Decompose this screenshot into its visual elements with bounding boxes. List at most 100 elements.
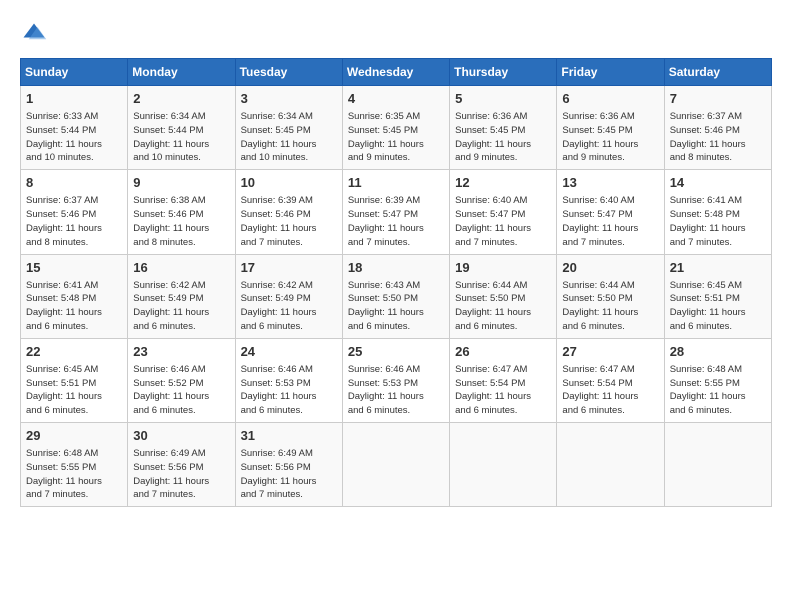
day-info: Sunrise: 6:44 AM Sunset: 5:50 PM Dayligh… [455,279,551,334]
day-number: 28 [670,343,766,361]
day-cell: 11 Sunrise: 6:39 AM Sunset: 5:47 PM Dayli… [342,170,449,254]
day-number: 11 [348,174,444,192]
day-number: 2 [133,90,229,108]
day-cell: 10 Sunrise: 6:39 AM Sunset: 5:46 PM Dayli… [235,170,342,254]
day-number: 31 [241,427,337,445]
day-number: 3 [241,90,337,108]
day-number: 18 [348,259,444,277]
day-number: 4 [348,90,444,108]
day-number: 9 [133,174,229,192]
day-cell: 18 Sunrise: 6:43 AM Sunset: 5:50 PM Dayli… [342,254,449,338]
col-header-thursday: Thursday [450,59,557,86]
col-header-friday: Friday [557,59,664,86]
day-cell [342,423,449,507]
day-cell: 21 Sunrise: 6:45 AM Sunset: 5:51 PM Dayli… [664,254,771,338]
day-cell: 8Sunrise: 6:37 AM Sunset: 5:46 PM Daylig… [21,170,128,254]
day-cell: 20 Sunrise: 6:44 AM Sunset: 5:50 PM Dayli… [557,254,664,338]
day-info: Sunrise: 6:37 AM Sunset: 5:46 PM Dayligh… [26,194,122,249]
day-cell: 22 Sunrise: 6:45 AM Sunset: 5:51 PM Dayli… [21,338,128,422]
day-info: Sunrise: 6:49 AM Sunset: 5:56 PM Dayligh… [133,447,229,502]
week-row-2: 8Sunrise: 6:37 AM Sunset: 5:46 PM Daylig… [21,170,772,254]
day-number: 10 [241,174,337,192]
day-cell: 1 Sunrise: 6:33 AM Sunset: 5:44 PM Daylig… [21,86,128,170]
day-info: Sunrise: 6:42 AM Sunset: 5:49 PM Dayligh… [241,279,337,334]
day-cell [450,423,557,507]
day-cell: 16Sunrise: 6:42 AM Sunset: 5:49 PM Dayli… [128,254,235,338]
day-number: 7 [670,90,766,108]
logo-icon [20,20,48,48]
day-number: 1 [26,90,122,108]
day-cell: 2 Sunrise: 6:34 AM Sunset: 5:44 PM Daylig… [128,86,235,170]
day-cell: 17 Sunrise: 6:42 AM Sunset: 5:49 PM Dayli… [235,254,342,338]
day-number: 23 [133,343,229,361]
day-info: Sunrise: 6:48 AM Sunset: 5:55 PM Dayligh… [670,363,766,418]
day-number: 19 [455,259,551,277]
day-info: Sunrise: 6:38 AM Sunset: 5:46 PM Dayligh… [133,194,229,249]
day-number: 20 [562,259,658,277]
day-info: Sunrise: 6:39 AM Sunset: 5:47 PM Dayligh… [348,194,444,249]
day-cell: 4 Sunrise: 6:35 AM Sunset: 5:45 PM Daylig… [342,86,449,170]
day-cell: 5Sunrise: 6:36 AM Sunset: 5:45 PM Daylig… [450,86,557,170]
day-number: 21 [670,259,766,277]
day-number: 22 [26,343,122,361]
day-cell: 19 Sunrise: 6:44 AM Sunset: 5:50 PM Dayli… [450,254,557,338]
logo [20,20,52,48]
page-header [20,20,772,48]
day-number: 13 [562,174,658,192]
day-cell: 28 Sunrise: 6:48 AM Sunset: 5:55 PM Dayli… [664,338,771,422]
day-info: Sunrise: 6:39 AM Sunset: 5:46 PM Dayligh… [241,194,337,249]
day-number: 24 [241,343,337,361]
day-info: Sunrise: 6:33 AM Sunset: 5:44 PM Dayligh… [26,110,122,165]
day-info: Sunrise: 6:34 AM Sunset: 5:45 PM Dayligh… [241,110,337,165]
day-info: Sunrise: 6:41 AM Sunset: 5:48 PM Dayligh… [26,279,122,334]
day-cell: 26Sunrise: 6:47 AM Sunset: 5:54 PM Dayli… [450,338,557,422]
col-header-monday: Monday [128,59,235,86]
calendar-table: SundayMondayTuesdayWednesdayThursdayFrid… [20,58,772,507]
day-cell: 25 Sunrise: 6:46 AM Sunset: 5:53 PM Dayli… [342,338,449,422]
day-info: Sunrise: 6:37 AM Sunset: 5:46 PM Dayligh… [670,110,766,165]
day-cell: 15 Sunrise: 6:41 AM Sunset: 5:48 PM Dayli… [21,254,128,338]
header-row: SundayMondayTuesdayWednesdayThursdayFrid… [21,59,772,86]
day-info: Sunrise: 6:48 AM Sunset: 5:55 PM Dayligh… [26,447,122,502]
day-cell: 27Sunrise: 6:47 AM Sunset: 5:54 PM Dayli… [557,338,664,422]
day-info: Sunrise: 6:46 AM Sunset: 5:53 PM Dayligh… [241,363,337,418]
day-info: Sunrise: 6:46 AM Sunset: 5:52 PM Dayligh… [133,363,229,418]
day-info: Sunrise: 6:49 AM Sunset: 5:56 PM Dayligh… [241,447,337,502]
day-cell: 9 Sunrise: 6:38 AM Sunset: 5:46 PM Daylig… [128,170,235,254]
day-number: 30 [133,427,229,445]
day-cell: 6 Sunrise: 6:36 AM Sunset: 5:45 PM Daylig… [557,86,664,170]
day-info: Sunrise: 6:47 AM Sunset: 5:54 PM Dayligh… [455,363,551,418]
day-number: 15 [26,259,122,277]
day-info: Sunrise: 6:43 AM Sunset: 5:50 PM Dayligh… [348,279,444,334]
day-number: 25 [348,343,444,361]
day-cell: 13 Sunrise: 6:40 AM Sunset: 5:47 PM Dayli… [557,170,664,254]
day-info: Sunrise: 6:36 AM Sunset: 5:45 PM Dayligh… [455,110,551,165]
day-cell: 23 Sunrise: 6:46 AM Sunset: 5:52 PM Dayli… [128,338,235,422]
col-header-wednesday: Wednesday [342,59,449,86]
day-number: 6 [562,90,658,108]
day-info: Sunrise: 6:34 AM Sunset: 5:44 PM Dayligh… [133,110,229,165]
day-cell: 30 Sunrise: 6:49 AM Sunset: 5:56 PM Dayli… [128,423,235,507]
day-number: 12 [455,174,551,192]
day-info: Sunrise: 6:40 AM Sunset: 5:47 PM Dayligh… [455,194,551,249]
col-header-sunday: Sunday [21,59,128,86]
day-number: 27 [562,343,658,361]
day-info: Sunrise: 6:46 AM Sunset: 5:53 PM Dayligh… [348,363,444,418]
day-info: Sunrise: 6:36 AM Sunset: 5:45 PM Dayligh… [562,110,658,165]
week-row-3: 15 Sunrise: 6:41 AM Sunset: 5:48 PM Dayli… [21,254,772,338]
day-number: 17 [241,259,337,277]
day-cell: 29 Sunrise: 6:48 AM Sunset: 5:55 PM Dayli… [21,423,128,507]
week-row-1: 1 Sunrise: 6:33 AM Sunset: 5:44 PM Daylig… [21,86,772,170]
day-info: Sunrise: 6:45 AM Sunset: 5:51 PM Dayligh… [670,279,766,334]
day-info: Sunrise: 6:44 AM Sunset: 5:50 PM Dayligh… [562,279,658,334]
day-info: Sunrise: 6:40 AM Sunset: 5:47 PM Dayligh… [562,194,658,249]
day-cell: 7 Sunrise: 6:37 AM Sunset: 5:46 PM Daylig… [664,86,771,170]
day-cell: 31 Sunrise: 6:49 AM Sunset: 5:56 PM Dayli… [235,423,342,507]
day-number: 29 [26,427,122,445]
day-number: 16 [133,259,229,277]
day-cell: 14Sunrise: 6:41 AM Sunset: 5:48 PM Dayli… [664,170,771,254]
day-info: Sunrise: 6:35 AM Sunset: 5:45 PM Dayligh… [348,110,444,165]
day-cell: 12 Sunrise: 6:40 AM Sunset: 5:47 PM Dayli… [450,170,557,254]
day-cell: 3 Sunrise: 6:34 AM Sunset: 5:45 PM Daylig… [235,86,342,170]
day-info: Sunrise: 6:45 AM Sunset: 5:51 PM Dayligh… [26,363,122,418]
